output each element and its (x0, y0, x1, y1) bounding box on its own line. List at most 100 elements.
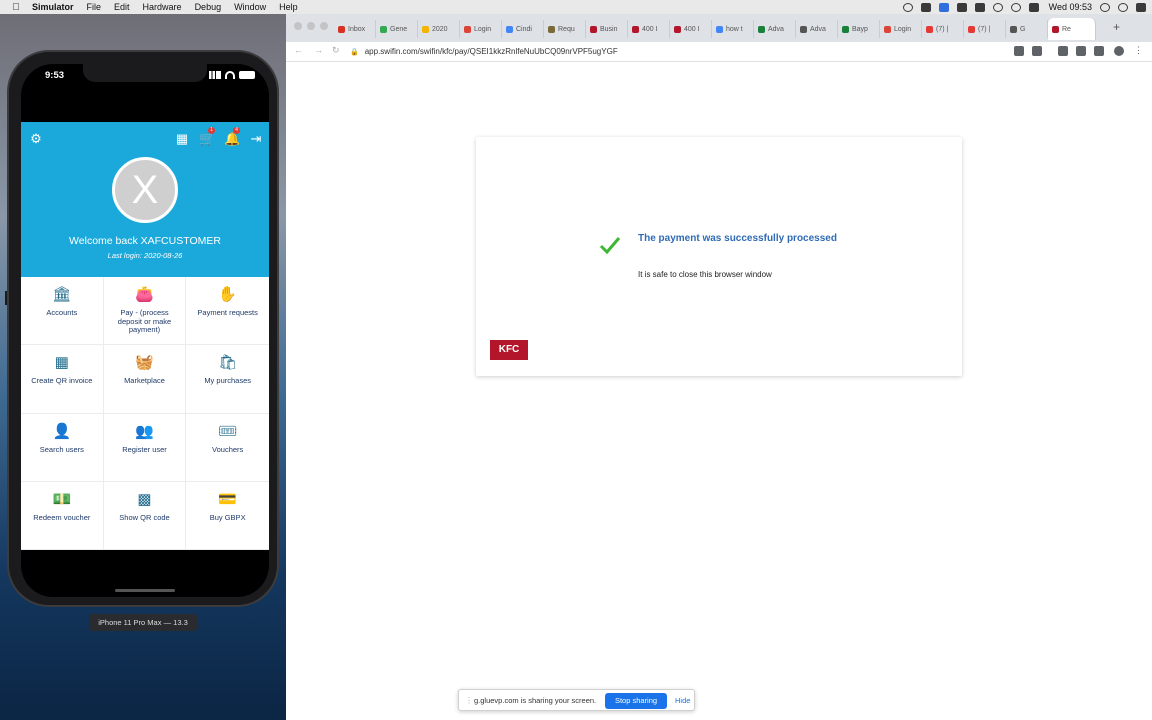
menu-edit[interactable]: Edit (114, 2, 130, 12)
new-tab-button[interactable]: + (1113, 20, 1120, 34)
tile-create-qr-invoice[interactable]: ▦ Create QR invoice (21, 345, 104, 414)
drag-handle-icon[interactable]: ⋮ (465, 696, 473, 705)
avatar[interactable]: X (112, 157, 178, 223)
battery-icon[interactable] (1028, 2, 1039, 12)
screen-record-icon[interactable] (974, 2, 985, 12)
tile-marketplace[interactable]: 🧺 Marketplace (103, 345, 187, 414)
menubar-clock[interactable]: Wed 09:53 (1049, 2, 1092, 12)
wifi-icon[interactable] (1010, 2, 1021, 12)
key-icon[interactable] (1014, 46, 1024, 56)
menu-file[interactable]: File (87, 2, 102, 12)
share-message: g.gluevp.com is sharing your screen. (474, 696, 597, 705)
tile-vouchers[interactable]: 🎟 Vouchers (186, 414, 269, 482)
window-zoom-button[interactable] (320, 22, 328, 30)
browser-tab[interactable]: Login (460, 20, 502, 38)
tab-label: Inbox (348, 25, 366, 33)
tile-show-qr-code[interactable]: ▩ Show QR code (103, 481, 187, 550)
qr-scan-icon[interactable]: ▦ (175, 132, 189, 146)
tab-label: Requ (558, 25, 575, 33)
cart-badge: 1 (208, 127, 215, 134)
browser-tab[interactable]: Adva (754, 20, 796, 38)
kfc-logo: KFC (490, 340, 528, 360)
window-close-button[interactable] (294, 22, 302, 30)
tile-my-purchases[interactable]: 🛍 My purchases (186, 345, 269, 414)
chrome-menu-icon[interactable]: ⋮ (1134, 45, 1143, 56)
browser-tab[interactable]: Bayp (838, 20, 880, 38)
tab-favicon-icon (674, 25, 681, 33)
menu-hardware[interactable]: Hardware (143, 2, 182, 12)
phone-battery-icon (239, 71, 255, 79)
menu-window[interactable]: Window (234, 2, 266, 12)
tab-favicon-icon (1010, 25, 1017, 33)
tab-label: Busin (600, 25, 618, 33)
browser-tab[interactable]: 2020 (418, 20, 460, 38)
address-bar[interactable]: 🔒 app.swifin.com/swifin/kfc/pay/QSEI1kkzR… (350, 44, 1010, 59)
browser-tab[interactable]: Busin (586, 20, 628, 38)
spotlight-icon[interactable] (1100, 2, 1110, 12)
bookmark-star-icon[interactable] (1032, 46, 1042, 56)
cart-icon[interactable]: 🛒 (199, 132, 215, 146)
tab-label: G (1020, 25, 1026, 33)
browser-tab[interactable]: Gene (376, 20, 418, 38)
tab-label: Login (894, 25, 912, 33)
tab-favicon-icon (968, 25, 975, 33)
settings-gear-icon[interactable]: ⚙ (29, 132, 43, 146)
browser-tab[interactable]: (7) | (964, 20, 1006, 38)
reload-button[interactable]: ↻ (332, 45, 340, 56)
cash-icon: 💵 (52, 490, 72, 508)
tile-search-users[interactable]: 👤 Search users (21, 413, 104, 482)
time-machine-icon[interactable] (992, 2, 1003, 12)
tab-label: Cindi (516, 25, 532, 33)
extension-icon[interactable] (1058, 46, 1068, 56)
window-minimize-button[interactable] (307, 22, 315, 30)
tab-label: Gene (390, 25, 408, 33)
tab-label: Adva (810, 25, 826, 33)
menu-app-name[interactable]: Simulator (32, 2, 74, 12)
tile-pay[interactable]: 👛 Pay - (process deposit or make payment) (103, 277, 187, 346)
browser-tab[interactable]: G (1006, 20, 1048, 38)
home-indicator[interactable] (115, 589, 175, 592)
tab-label: Re (1062, 25, 1071, 33)
extension-icon-2[interactable] (1076, 46, 1086, 56)
back-button[interactable]: ← (294, 45, 303, 55)
tab-favicon-icon (422, 25, 429, 33)
extensions-puzzle-icon[interactable] (1094, 46, 1104, 56)
apple-menu-icon[interactable]:  (0, 2, 32, 13)
notification-center-icon[interactable] (1136, 2, 1146, 12)
tab-label: Adva (768, 25, 784, 33)
browser-tab[interactable]: Adva (796, 20, 838, 38)
status-extra-icon[interactable] (902, 2, 913, 12)
browser-tab[interactable]: Re (1048, 18, 1096, 40)
browser-tab[interactable]: Requ (544, 20, 586, 38)
app-status-icon[interactable] (956, 2, 967, 12)
browser-tabs: Inbox Gene 2020 Login Cindi Requ Busin 400 I 400… (334, 18, 1112, 42)
browser-tab[interactable]: how t (712, 20, 754, 38)
browser-tab[interactable]: 400 I (628, 20, 670, 38)
browser-tab[interactable]: (7) | (922, 20, 964, 38)
tab-favicon-icon (758, 25, 765, 33)
menu-debug[interactable]: Debug (195, 2, 222, 12)
stop-sharing-button[interactable]: Stop sharing (605, 693, 667, 709)
menu-help[interactable]: Help (279, 2, 298, 12)
forward-button[interactable]: → (314, 45, 323, 55)
hd-icon[interactable] (920, 2, 931, 12)
tab-favicon-icon (842, 25, 849, 33)
browser-tab[interactable]: Inbox (334, 20, 376, 38)
tab-favicon-icon (590, 25, 597, 33)
browser-tab[interactable]: Login (880, 20, 922, 38)
tile-register-user[interactable]: 👥 Register user (103, 413, 187, 482)
tile-redeem-voucher[interactable]: 💵 Redeem voucher (21, 481, 104, 550)
tab-label: 2020 (432, 25, 448, 33)
zoom-icon[interactable] (938, 2, 949, 12)
tile-buy-gbpx[interactable]: 💳 Buy GBPX (186, 482, 269, 550)
tab-favicon-icon (800, 25, 807, 33)
browser-tab[interactable]: 400 I (670, 20, 712, 38)
bell-icon[interactable]: 🔔 (224, 132, 240, 146)
profile-avatar[interactable] (1114, 46, 1124, 56)
browser-tab[interactable]: Cindi (502, 20, 544, 38)
tile-payment-requests[interactable]: ✋ Payment requests (186, 277, 269, 346)
siri-icon[interactable] (1118, 2, 1128, 12)
hide-share-bar-button[interactable]: Hide (675, 696, 690, 705)
tile-accounts[interactable]: 🏛 Accounts (21, 277, 104, 346)
logout-icon[interactable]: ⇥ (249, 132, 263, 146)
